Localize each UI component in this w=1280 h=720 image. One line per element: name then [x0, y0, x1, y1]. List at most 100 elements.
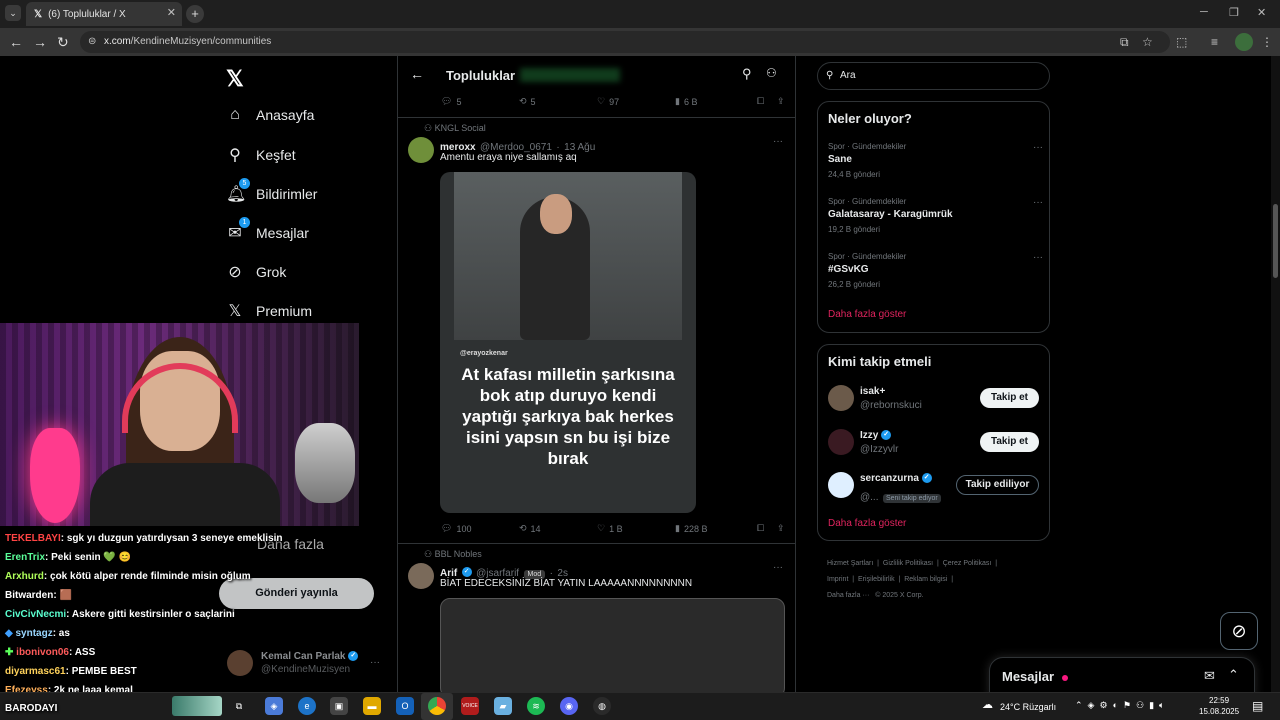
sidebar-item-explore[interactable]: ⚲ Keşfet — [226, 145, 296, 165]
share-icon[interactable]: ⇪ — [777, 523, 785, 534]
more-icon[interactable]: ··· — [773, 562, 783, 573]
extensions-icon[interactable]: ⬚ — [1176, 35, 1187, 49]
follow-suggestion[interactable]: Izzy ✓ @Izzyvlr Takip et — [828, 429, 1043, 459]
bookmark-star-icon[interactable]: ☆ — [1142, 35, 1153, 49]
discord-icon[interactable]: ◉ — [560, 697, 578, 715]
avatar[interactable] — [408, 137, 434, 163]
browser-menu-icon[interactable]: ⋮ — [1261, 35, 1273, 49]
avatar[interactable] — [408, 563, 434, 589]
page-scrollbar[interactable] — [1271, 56, 1280, 692]
sidebar-item-home[interactable]: ⌂ Anasayfa — [226, 106, 314, 124]
trend-item[interactable]: Spor · Gündemdekiler Sane 24,4 B gönderi… — [828, 142, 1043, 179]
chrome-icon[interactable] — [428, 697, 446, 715]
footer-link[interactable]: Hizmet Şartları — [827, 560, 873, 567]
search-icon[interactable]: ⚲ — [742, 66, 752, 82]
follow-button[interactable]: Takip et — [980, 388, 1039, 408]
more-icon[interactable]: ··· — [1033, 197, 1043, 208]
back-arrow-icon[interactable]: ← — [410, 66, 424, 82]
views-button[interactable]: ▮ 228 B — [675, 523, 757, 534]
account-more-icon[interactable]: ··· — [370, 657, 380, 668]
sidebar-item-notifications[interactable]: 🔔︎ 5 Bildirimler — [226, 178, 317, 204]
url-input[interactable]: ⊜ x.com/KendineMuzisyen/communities — [80, 31, 1170, 53]
bookmark-icon[interactable]: ⧠ — [757, 96, 777, 107]
maximize-icon[interactable]: ❐ — [1229, 6, 1239, 19]
account-avatar[interactable] — [227, 650, 253, 676]
community-members-icon[interactable]: ⚇ — [766, 66, 777, 80]
edge-icon[interactable]: e — [298, 697, 316, 715]
minimize-icon[interactable]: ─ — [1200, 6, 1208, 18]
sidebar-item-premium[interactable]: 𝕏 Premium — [226, 301, 312, 321]
weather-text[interactable]: 24°C Rüzgarlı — [1000, 702, 1056, 712]
back-icon[interactable]: ← — [9, 34, 23, 50]
messages-dock[interactable]: Mesajlar ✉ ⌃ — [989, 657, 1255, 697]
footer-link[interactable]: Daha fazla ··· — [827, 592, 869, 599]
footer-link[interactable]: Imprint — [827, 576, 848, 583]
sidebar-item-grok[interactable]: ⊘ Grok — [226, 262, 286, 282]
reply-button[interactable]: 💬︎ 5 — [441, 96, 519, 107]
footer-link[interactable]: Reklam bilgisi — [904, 576, 947, 583]
more-icon[interactable]: ··· — [773, 136, 783, 147]
post-community[interactable]: ⚇ BBL Nobles — [424, 549, 482, 560]
system-tray-icons[interactable]: ⌃◈⚙◐⚑⚇▮🔈︎ — [1075, 700, 1169, 711]
views-button[interactable]: ▮ 6 B — [675, 96, 757, 107]
forward-icon[interactable]: → — [33, 34, 47, 50]
new-message-icon[interactable]: ✉ — [1204, 668, 1215, 684]
browser-tab[interactable]: 𝕏 (6) Topluluklar / X ✕ — [26, 2, 182, 26]
repost-button[interactable]: ⟲ 5 — [519, 96, 597, 107]
post-media[interactable] — [440, 598, 785, 698]
profile-avatar[interactable] — [1235, 33, 1253, 51]
close-window-icon[interactable]: ✕ — [1257, 6, 1266, 19]
footer-link[interactable]: Gizlilik Politikası — [883, 560, 933, 567]
notepad-icon[interactable]: ▰ — [494, 697, 512, 715]
clock[interactable]: 22:59 15.08.2025 — [1199, 695, 1239, 717]
search-input[interactable]: ⚲ Ara — [817, 62, 1050, 90]
x-logo-icon[interactable]: 𝕏 — [226, 66, 244, 92]
voicemeeter-icon[interactable]: VOICE — [461, 697, 479, 715]
post-community[interactable]: ⚇ KNGL Social — [424, 123, 486, 134]
show-more-follow-link[interactable]: Daha fazla göster — [828, 518, 906, 529]
site-info-icon[interactable]: ⊜ — [88, 31, 96, 53]
bookmark-icon[interactable]: ⧠ — [757, 523, 777, 534]
install-app-icon[interactable]: ⧉ — [1120, 35, 1129, 50]
more-icon[interactable]: ··· — [1033, 252, 1043, 263]
account-switcher[interactable]: Kemal Can Parlak ✓ @KendineMuzisyen — [261, 651, 359, 675]
url-path: /KendineMuzisyen/communities — [130, 36, 272, 47]
repost-button[interactable]: ⟲ 14 — [519, 523, 597, 534]
trend-item[interactable]: Spor · Gündemdekiler Galatasaray - Karag… — [828, 197, 1043, 234]
task-view-icon[interactable]: ⧉ — [230, 697, 248, 715]
following-button[interactable]: Takip ediliyor — [956, 475, 1039, 495]
post-button[interactable]: Gönderi yayınla — [219, 578, 374, 609]
tab-search-button[interactable]: ⌄ — [5, 5, 21, 21]
trend-item[interactable]: Spor · Gündemdekiler #GSvKG 26,2 B gönde… — [828, 252, 1043, 289]
reload-icon[interactable]: ↻ — [57, 34, 69, 51]
share-icon[interactable]: ⇪ — [777, 96, 785, 107]
reply-button[interactable]: 💬︎ 100 — [441, 523, 519, 534]
follow-suggestion[interactable]: isak+ @rebornskuci Takip et — [828, 385, 1043, 415]
chat-text: : sgk yı duzgun yatırdıysan 3 seneye eme… — [60, 533, 283, 544]
taskbar-widget-image[interactable] — [172, 696, 222, 716]
new-tab-button[interactable]: + — [186, 5, 204, 23]
sidebar-item-messages[interactable]: ✉ 1 Mesajlar — [226, 217, 309, 243]
more-icon[interactable]: ··· — [1033, 142, 1043, 153]
file-explorer-icon[interactable]: ▬ — [363, 697, 381, 715]
outlook-icon[interactable]: O — [396, 697, 414, 715]
grok-button[interactable]: ⊘ — [1220, 612, 1258, 650]
copilot-icon[interactable]: ◈ — [265, 697, 283, 715]
close-tab-icon[interactable]: ✕ — [167, 6, 176, 19]
footer-link[interactable]: Erişilebilirlik — [858, 576, 895, 583]
follow-button[interactable]: Takip et — [980, 432, 1039, 452]
reading-list-icon[interactable]: ≡ — [1211, 35, 1218, 49]
obs-icon[interactable]: ◍ — [593, 697, 611, 715]
follow-suggestion[interactable]: sercanzurna ✓ @... Seni takip ediyor Tak… — [828, 472, 1043, 503]
post-media[interactable]: @erayozkenar At kafası milletin şarkısın… — [440, 172, 696, 513]
like-button[interactable]: ♡ 1 B — [597, 523, 675, 534]
scrollbar-thumb[interactable] — [1273, 204, 1278, 278]
expand-icon[interactable]: ⌃ — [1228, 667, 1239, 683]
chat-message: Bitwarden: 🟫 — [5, 590, 72, 601]
like-button[interactable]: ♡ 97 — [597, 96, 675, 107]
store-icon[interactable]: ▣ — [330, 697, 348, 715]
footer-link[interactable]: Çerez Politikası — [943, 560, 992, 567]
show-more-trends-link[interactable]: Daha fazla göster — [828, 309, 906, 320]
notifications-icon[interactable]: ▤ — [1252, 699, 1263, 713]
spotify-icon[interactable]: ≋ — [527, 697, 545, 715]
